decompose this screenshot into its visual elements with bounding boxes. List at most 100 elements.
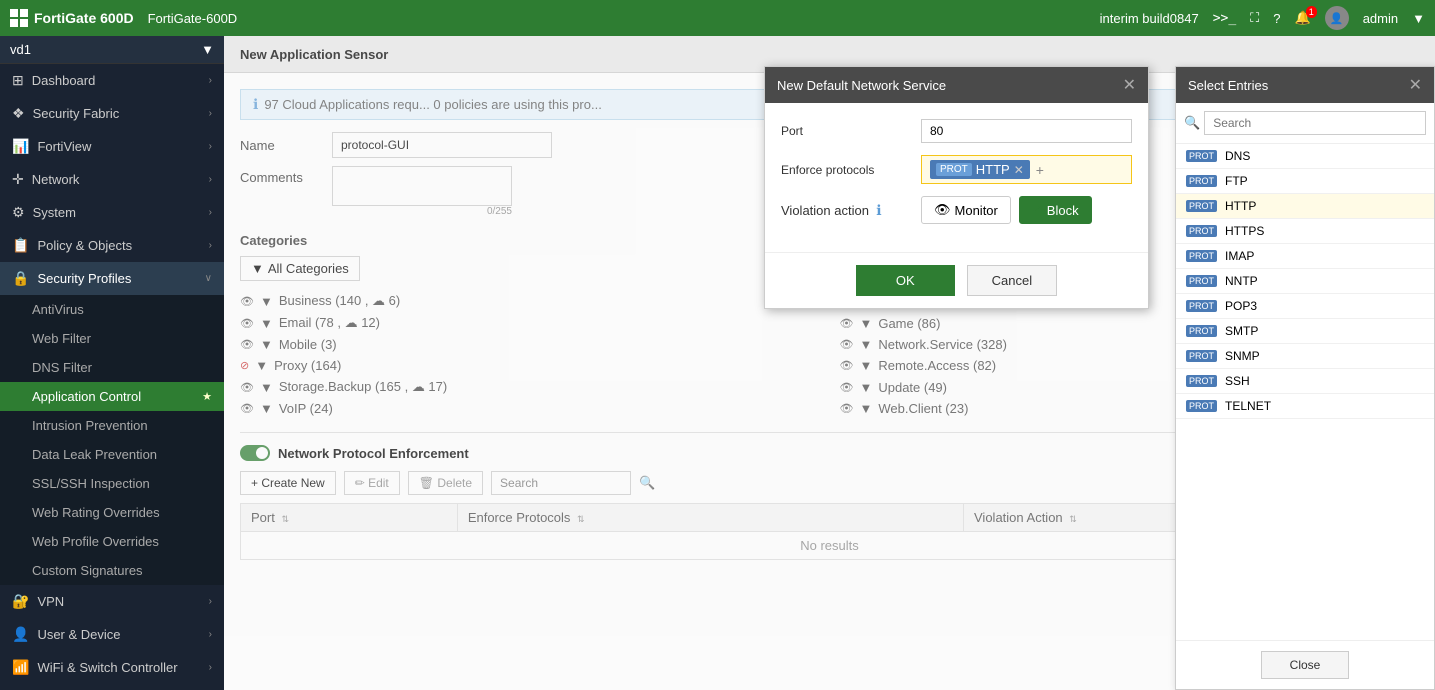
sidebar-subitem-intrusion[interactable]: Intrusion Prevention bbox=[0, 411, 224, 440]
dns-name: DNS bbox=[1225, 149, 1250, 163]
notification-badge: 1 bbox=[1306, 6, 1317, 18]
sidebar-item-dashboard[interactable]: ⊞ Dashboard › bbox=[0, 64, 224, 97]
name-input[interactable] bbox=[332, 132, 552, 158]
select-search-input[interactable] bbox=[1204, 111, 1426, 135]
violation-actions: 👁 Monitor ✓ Block bbox=[921, 196, 1092, 224]
sidebar-item-fortiview[interactable]: 📊 FortiView › bbox=[0, 130, 224, 163]
ftp-prot: PROT bbox=[1186, 175, 1217, 187]
protocol-tag-close[interactable]: ✕ bbox=[1014, 163, 1024, 177]
comments-input[interactable] bbox=[332, 166, 512, 206]
cat-chevron-6: ▼ bbox=[859, 337, 872, 352]
sidebar-subitem-dns-filter[interactable]: DNS Filter bbox=[0, 353, 224, 382]
entry-imap[interactable]: PROT IMAP bbox=[1176, 244, 1434, 269]
pop3-prot: PROT bbox=[1186, 300, 1217, 312]
snmp-name: SNMP bbox=[1225, 349, 1260, 363]
fortiview-icon: 📊 bbox=[12, 138, 29, 155]
entry-nntp[interactable]: PROT NNTP bbox=[1176, 269, 1434, 294]
web-filter-label: Web Filter bbox=[32, 331, 91, 346]
port-input[interactable] bbox=[921, 119, 1132, 143]
modal-header: New Default Network Service ✕ bbox=[765, 67, 1148, 103]
sidebar-subitem-antivirus[interactable]: AntiVirus bbox=[0, 295, 224, 324]
entry-pop3[interactable]: PROT POP3 bbox=[1176, 294, 1434, 319]
sidebar-subitem-web-rating[interactable]: Web Rating Overrides bbox=[0, 498, 224, 527]
snmp-prot: PROT bbox=[1186, 350, 1217, 362]
search-icon: 🔍 bbox=[639, 475, 655, 491]
sidebar-subitem-dlp[interactable]: Data Leak Prevention bbox=[0, 440, 224, 469]
entry-telnet[interactable]: PROT TELNET bbox=[1176, 394, 1434, 419]
entry-https[interactable]: PROT HTTPS bbox=[1176, 219, 1434, 244]
entry-snmp[interactable]: PROT SNMP bbox=[1176, 344, 1434, 369]
entry-ftp[interactable]: PROT FTP bbox=[1176, 169, 1434, 194]
sidebar-item-user-device[interactable]: 👤 User & Device › bbox=[0, 618, 224, 651]
entry-ssh[interactable]: PROT SSH bbox=[1176, 369, 1434, 394]
block-button[interactable]: ✓ Block bbox=[1019, 196, 1092, 224]
sidebar-item-system[interactable]: ⚙ System › bbox=[0, 196, 224, 229]
add-protocol-icon[interactable]: + bbox=[1036, 162, 1044, 178]
cat-voip: 👁 ▼ VoIP (24) bbox=[240, 401, 820, 416]
entry-smtp[interactable]: PROT SMTP bbox=[1176, 319, 1434, 344]
sidebar-subitem-ssl-ssh[interactable]: SSL/SSH Inspection bbox=[0, 469, 224, 498]
topbar-build[interactable]: interim build0847 bbox=[1100, 11, 1199, 26]
help-icon[interactable]: ? bbox=[1273, 11, 1280, 26]
select-entries-header: Select Entries ✕ bbox=[1176, 67, 1434, 103]
fortiview-chevron: › bbox=[209, 141, 212, 152]
sidebar-item-vpn[interactable]: 🔐 VPN › bbox=[0, 585, 224, 618]
ok-button[interactable]: OK bbox=[856, 265, 955, 296]
cat-chevron-4: ▼ bbox=[859, 316, 872, 331]
system-icon: ⚙ bbox=[12, 204, 25, 221]
fullscreen-icon[interactable]: ⛶ bbox=[1250, 10, 1259, 26]
cancel-button[interactable]: Cancel bbox=[967, 265, 1057, 296]
bell-icon[interactable]: 🔔 1 bbox=[1295, 10, 1311, 26]
cat-label-6: Network.Service (328) bbox=[878, 337, 1007, 352]
delete-button[interactable]: 🗑 Delete bbox=[408, 471, 483, 495]
sidebar-item-security-profiles[interactable]: 🔒 Security Profiles ∨ bbox=[0, 262, 224, 295]
sidebar-label-system: System bbox=[33, 205, 76, 220]
admin-label[interactable]: admin bbox=[1363, 11, 1398, 26]
sidebar-subitem-web-filter[interactable]: Web Filter bbox=[0, 324, 224, 353]
entry-dns[interactable]: PROT DNS bbox=[1176, 144, 1434, 169]
no-results-text: No results bbox=[800, 538, 859, 553]
sidebar-label-policy: Policy & Objects bbox=[37, 238, 132, 253]
port-sort-icon[interactable]: ⇅ bbox=[281, 514, 289, 524]
sidebar-device[interactable]: vd1 ▼ bbox=[0, 36, 224, 64]
terminal-icon[interactable]: >>_ bbox=[1213, 11, 1236, 26]
app-control-star: ★ bbox=[202, 390, 212, 403]
modal-close-button[interactable]: ✕ bbox=[1123, 75, 1136, 95]
all-categories-btn[interactable]: ▼ All Categories bbox=[240, 256, 360, 281]
npe-search-input[interactable] bbox=[491, 471, 631, 495]
sidebar-subitem-web-profile[interactable]: Web Profile Overrides bbox=[0, 527, 224, 556]
avatar[interactable]: 👤 bbox=[1325, 6, 1349, 30]
admin-chevron[interactable]: ▼ bbox=[1412, 11, 1425, 26]
sidebar-subitem-application-control[interactable]: Application Control ★ bbox=[0, 382, 224, 411]
eye-icon-9: 👁 bbox=[840, 381, 854, 394]
monitor-button[interactable]: 👁 Monitor bbox=[921, 196, 1011, 224]
chevron-down-icon: ▼ bbox=[251, 261, 264, 276]
sidebar-item-log-report[interactable]: 📈 Log & Report › bbox=[0, 684, 224, 690]
violation-sort-icon[interactable]: ⇅ bbox=[1069, 514, 1077, 524]
enforce-sort-icon[interactable]: ⇅ bbox=[577, 514, 585, 524]
protocol-tag-container[interactable]: PROT HTTP ✕ + bbox=[921, 155, 1132, 184]
close-button[interactable]: Close bbox=[1261, 651, 1350, 679]
sidebar-item-security-fabric[interactable]: ❖ Security Fabric › bbox=[0, 97, 224, 130]
enforce-label: Enforce protocols bbox=[781, 163, 921, 177]
sidebar: vd1 ▼ ⊞ Dashboard › ❖ Security Fabric › … bbox=[0, 36, 224, 690]
edit-button[interactable]: ✏ Edit bbox=[344, 471, 400, 495]
network-service-modal: New Default Network Service ✕ Port Enfor… bbox=[764, 66, 1149, 309]
security-fabric-icon: ❖ bbox=[12, 105, 25, 122]
sidebar-label-wifi: WiFi & Switch Controller bbox=[37, 660, 177, 675]
sidebar-item-wifi-switch[interactable]: 📶 WiFi & Switch Controller › bbox=[0, 651, 224, 684]
select-entries-search: 🔍 bbox=[1176, 103, 1434, 144]
sidebar-item-policy-objects[interactable]: 📋 Policy & Objects › bbox=[0, 229, 224, 262]
port-row: Port bbox=[781, 119, 1132, 143]
sidebar-item-network[interactable]: ✛ Network › bbox=[0, 163, 224, 196]
network-icon: ✛ bbox=[12, 171, 24, 188]
comments-count: 0/255 bbox=[332, 206, 512, 217]
select-entries-close[interactable]: ✕ bbox=[1409, 75, 1422, 95]
entry-http[interactable]: PROT HTTP bbox=[1176, 194, 1434, 219]
cat-label-4: Game (86) bbox=[878, 316, 940, 331]
npe-toggle[interactable] bbox=[240, 445, 270, 461]
create-new-button[interactable]: + Create New bbox=[240, 471, 336, 495]
dashboard-chevron: › bbox=[209, 75, 212, 86]
sidebar-subitem-custom-sig[interactable]: Custom Signatures bbox=[0, 556, 224, 585]
pop3-name: POP3 bbox=[1225, 299, 1257, 313]
